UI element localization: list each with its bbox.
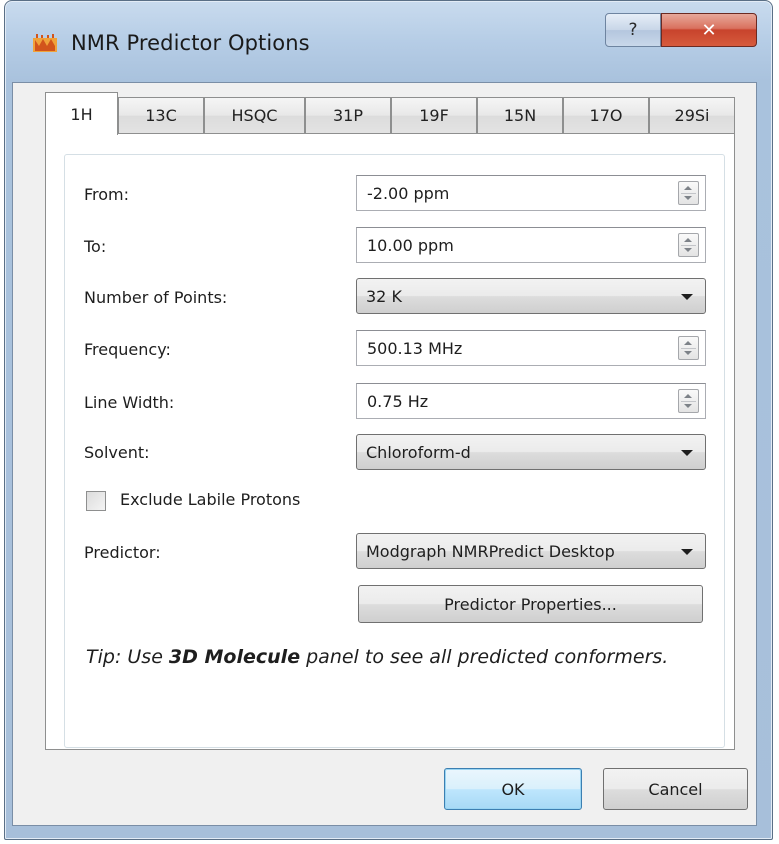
cancel-button[interactable]: Cancel xyxy=(603,768,748,810)
from-value: -2.00 ppm xyxy=(367,184,450,203)
from-label: From: xyxy=(84,185,130,204)
spin-up-icon[interactable] xyxy=(684,186,692,190)
spin-divider xyxy=(681,401,696,402)
ok-button[interactable]: OK xyxy=(444,768,582,810)
predictor-value: Modgraph NMRPredict Desktop xyxy=(366,542,615,561)
tab-label: 15N xyxy=(503,106,537,125)
tab-label: 17O xyxy=(589,106,623,125)
line-width-field[interactable]: 0.75 Hz xyxy=(356,383,706,419)
tab-hsqc[interactable]: HSQC xyxy=(204,97,305,133)
help-button[interactable]: ? xyxy=(605,13,661,47)
tip-suffix: panel to see all predicted conformers. xyxy=(300,646,669,668)
to-value: 10.00 ppm xyxy=(367,236,454,255)
tab-29si[interactable]: 29Si xyxy=(649,97,735,133)
exclude-labile-checkbox[interactable] xyxy=(86,491,106,511)
tab-19f[interactable]: 19F xyxy=(391,97,477,133)
solvent-label: Solvent: xyxy=(84,443,150,462)
tab-label: 31P xyxy=(332,106,363,125)
spin-down-icon[interactable] xyxy=(684,351,692,355)
to-spin-buttons[interactable] xyxy=(678,233,699,257)
predictor-select[interactable]: Modgraph NMRPredict Desktop xyxy=(356,533,706,569)
tab-31p[interactable]: 31P xyxy=(305,97,391,133)
points-value: 32 K xyxy=(366,287,402,306)
tip-text: Tip: Use 3D Molecule panel to see all pr… xyxy=(86,643,686,672)
tip-prefix: Tip: Use xyxy=(86,646,169,668)
spin-down-icon[interactable] xyxy=(684,248,692,252)
dropdown-arrow-icon xyxy=(681,549,693,555)
dialog-title: NMR Predictor Options xyxy=(71,31,310,55)
tab-13c[interactable]: 13C xyxy=(118,97,204,133)
to-label: To: xyxy=(84,237,107,256)
dropdown-arrow-icon xyxy=(681,294,693,300)
help-icon: ? xyxy=(628,20,638,40)
tab-17o[interactable]: 17O xyxy=(563,97,649,133)
solvent-value: Chloroform-d xyxy=(366,443,471,462)
spin-up-icon[interactable] xyxy=(684,341,692,345)
line-width-spin-buttons[interactable] xyxy=(678,389,699,413)
line-width-label: Line Width: xyxy=(84,393,175,412)
spin-divider xyxy=(681,245,696,246)
tab-label: HSQC xyxy=(231,106,278,125)
spin-down-icon[interactable] xyxy=(684,404,692,408)
to-field[interactable]: 10.00 ppm xyxy=(356,227,706,263)
frequency-field[interactable]: 500.13 MHz xyxy=(356,330,706,366)
solvent-select[interactable]: Chloroform-d xyxy=(356,434,706,470)
spin-down-icon[interactable] xyxy=(684,196,692,200)
predictor-properties-label: Predictor Properties... xyxy=(444,594,617,614)
from-field[interactable]: -2.00 ppm xyxy=(356,175,706,211)
points-select[interactable]: 32 K xyxy=(356,278,706,314)
spin-up-icon[interactable] xyxy=(684,394,692,398)
frequency-value: 500.13 MHz xyxy=(367,339,463,358)
tab-label: 29Si xyxy=(674,106,710,125)
ok-label: OK xyxy=(501,779,525,799)
tab-1h[interactable]: 1H xyxy=(45,92,118,135)
tab-label: 1H xyxy=(70,104,93,124)
from-spin-buttons[interactable] xyxy=(678,181,699,205)
tab-15n[interactable]: 15N xyxy=(477,97,563,133)
close-icon: ✕ xyxy=(701,19,717,41)
tab-label: 13C xyxy=(145,106,177,125)
spin-up-icon[interactable] xyxy=(684,238,692,242)
cancel-label: Cancel xyxy=(648,779,703,799)
spin-divider xyxy=(681,193,696,194)
spin-divider xyxy=(681,348,696,349)
tab-label: 19F xyxy=(419,106,449,125)
predictor-properties-button[interactable]: Predictor Properties... xyxy=(358,585,703,623)
mnova-app-icon xyxy=(33,34,57,52)
points-label: Number of Points: xyxy=(84,288,228,307)
dropdown-arrow-icon xyxy=(681,450,693,456)
exclude-labile-label[interactable]: Exclude Labile Protons xyxy=(120,490,300,509)
frequency-label: Frequency: xyxy=(84,340,171,359)
line-width-value: 0.75 Hz xyxy=(367,392,429,411)
tip-emphasis: 3D Molecule xyxy=(168,646,301,668)
close-button[interactable]: ✕ xyxy=(661,13,757,47)
predictor-label: Predictor: xyxy=(84,543,161,562)
frequency-spin-buttons[interactable] xyxy=(678,336,699,360)
